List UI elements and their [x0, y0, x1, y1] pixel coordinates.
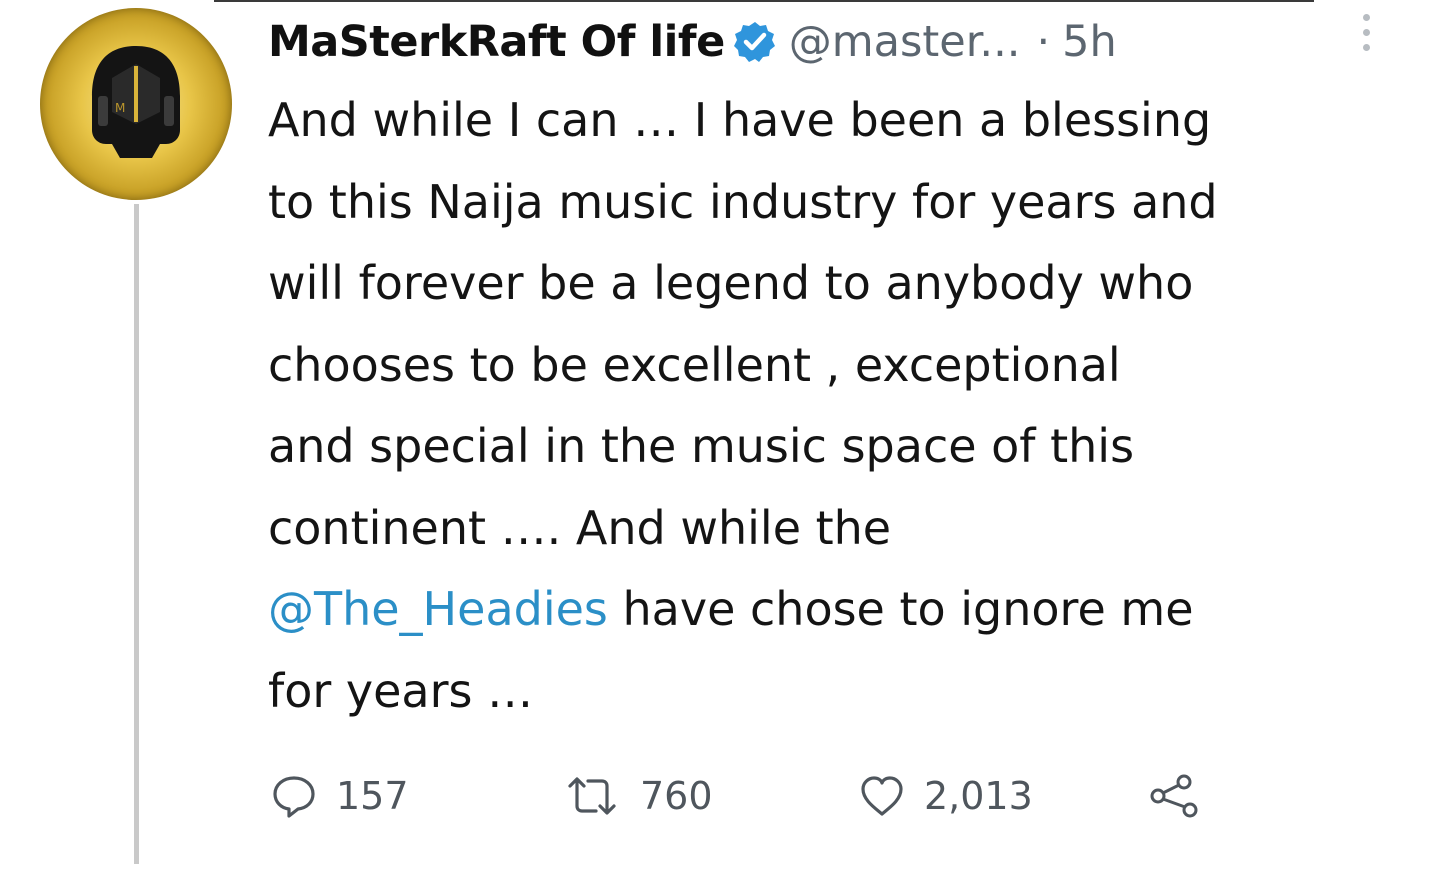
reply-button[interactable]: 157 [270, 764, 409, 828]
tweet-line: And while I can … I have been a blessing [268, 93, 1212, 147]
avatar[interactable]: M [40, 8, 232, 200]
tweet-text: And while I can … I have been a blessing… [268, 80, 1418, 732]
tweet-line: continent …. And while the [268, 500, 892, 555]
tweet-actions: 157 760 2,013 [270, 764, 1230, 828]
top-divider [214, 0, 1314, 2]
svg-text:M: M [115, 101, 125, 115]
mention-link[interactable]: @The_Headies [268, 582, 608, 636]
separator-dot: · [1036, 17, 1051, 67]
user-handle[interactable]: @master... [789, 17, 1021, 67]
verified-badge-icon [733, 20, 777, 64]
tweet-line: to this Naija music industry for years a… [268, 174, 1218, 229]
share-icon [1150, 774, 1198, 818]
tweet-header: MaSterkRaft Of life @master... · 5h [268, 10, 1388, 74]
retweet-count: 760 [640, 774, 713, 818]
timestamp[interactable]: 5h [1062, 17, 1117, 67]
tweet-line: will forever be a legend to anybody who [268, 256, 1194, 310]
reply-icon [273, 776, 315, 818]
like-count: 2,013 [924, 774, 1033, 818]
tweet-line: chooses to be excellent , exceptional [268, 337, 1121, 392]
display-name[interactable]: MaSterkRaft Of life [268, 17, 725, 67]
like-button[interactable]: 2,013 [858, 764, 1033, 828]
more-options-icon[interactable] [1356, 14, 1376, 64]
retweet-icon [568, 777, 616, 815]
tweet-line: and special in the music space of this [268, 419, 1135, 473]
thread-line [134, 204, 139, 864]
tweet-line: for years … [268, 663, 534, 718]
helmet-logo-icon: M [92, 46, 180, 158]
share-button[interactable] [1148, 764, 1204, 828]
heart-icon [861, 776, 903, 816]
retweet-button[interactable]: 760 [562, 764, 713, 828]
tweet-line-text: have chose to ignore me [607, 582, 1194, 636]
reply-count: 157 [336, 774, 409, 818]
tweet-line-with-mention: @The_Headies have chose to ignore me [268, 569, 1418, 651]
